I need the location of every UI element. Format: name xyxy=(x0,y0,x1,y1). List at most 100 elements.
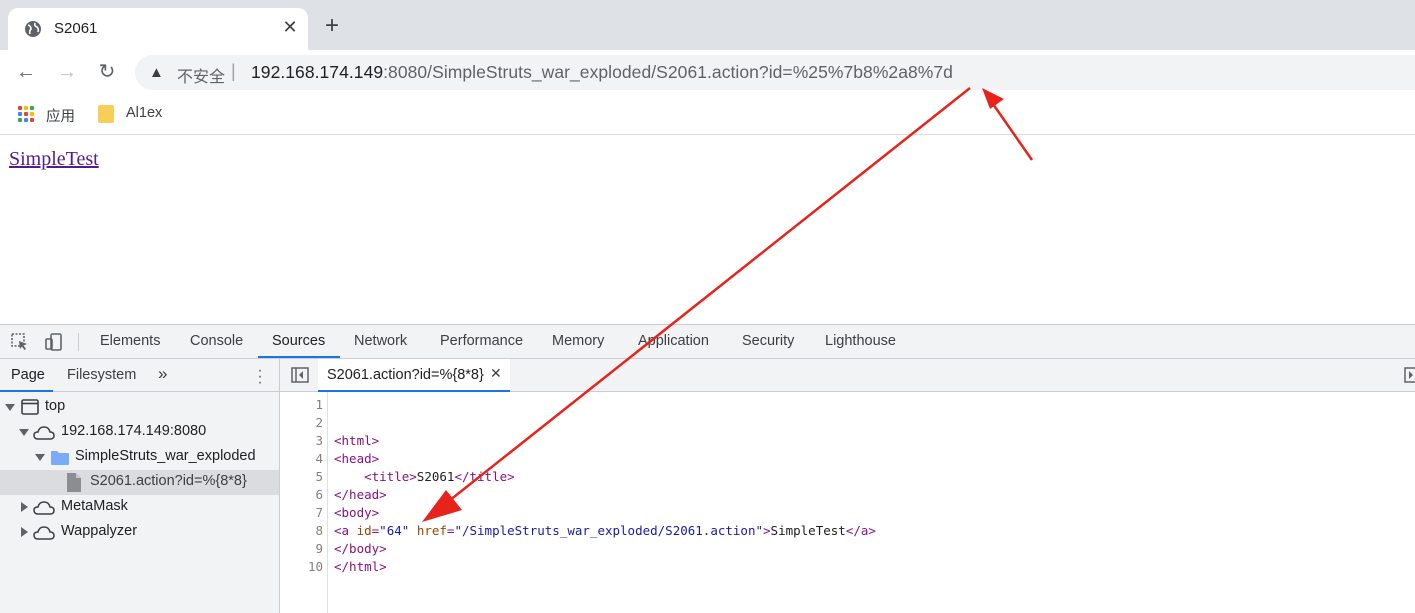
apps-grid-icon[interactable] xyxy=(18,106,34,122)
tree-label: S2061.action?id=%{8*8} xyxy=(90,473,247,489)
bookmark-apps[interactable]: 应用 xyxy=(46,105,75,126)
toolbar-divider xyxy=(78,333,79,351)
tab-elements[interactable]: Elements xyxy=(100,333,160,349)
tab-network[interactable]: Network xyxy=(354,333,407,349)
collapse-arrow-icon[interactable] xyxy=(21,527,28,537)
code-token: <title> xyxy=(334,469,417,484)
collapse-arrow-icon[interactable] xyxy=(21,502,28,512)
inspect-element-icon[interactable] xyxy=(10,332,30,352)
nav-active-indicator xyxy=(0,390,53,392)
tab-application[interactable]: Application xyxy=(638,333,709,349)
expand-arrow-icon[interactable] xyxy=(19,429,29,436)
code-token: > xyxy=(763,523,771,538)
expand-arrow-icon[interactable] xyxy=(35,454,45,461)
file-icon xyxy=(67,473,81,492)
source-editor: S2061.action?id=%{8*8} ✕ 1 2 3 4 5 6 7 8… xyxy=(280,359,1415,613)
tab-security[interactable]: Security xyxy=(742,333,794,349)
more-tabs-icon[interactable]: » xyxy=(158,364,167,384)
line-number: 8 xyxy=(315,523,323,538)
tree-item-file[interactable]: S2061.action?id=%{8*8} xyxy=(0,470,279,495)
line-number-gutter: 1 2 3 4 5 6 7 8 9 10 xyxy=(280,392,328,613)
more-options-icon[interactable]: · · · xyxy=(256,363,264,391)
reload-button[interactable]: ↻ xyxy=(95,60,119,84)
tree-item-metamask[interactable]: MetaMask xyxy=(0,495,279,520)
code-line-7: <body> xyxy=(334,505,380,520)
frame-icon xyxy=(21,399,39,415)
open-file-label: S2061.action?id=%{8*8} xyxy=(327,367,484,383)
devtools-panel: Elements Console Sources Network Perform… xyxy=(0,324,1415,613)
simpletest-link[interactable]: SimpleTest xyxy=(9,148,99,171)
back-button[interactable]: ← xyxy=(14,60,38,84)
url-path: :8080/SimpleStruts_war_exploded/S2061.ac… xyxy=(383,62,953,82)
code-line-6: </head> xyxy=(334,487,387,502)
devtools-tabbar: Elements Console Sources Network Perform… xyxy=(0,325,1415,359)
expand-arrow-icon[interactable] xyxy=(5,404,15,411)
tab-performance[interactable]: Performance xyxy=(440,333,523,349)
tree-item-folder[interactable]: SimpleStruts_war_exploded xyxy=(0,445,279,470)
tree-label: top xyxy=(45,398,66,414)
code-line-10: </html> xyxy=(334,559,387,574)
browser-tab[interactable]: S2061 ✕ xyxy=(8,8,308,50)
tree-item-wappalyzer[interactable]: Wappalyzer xyxy=(0,520,279,545)
line-number: 3 xyxy=(315,433,323,448)
nav-tab-filesystem[interactable]: Filesystem xyxy=(67,367,136,383)
tab-lighthouse[interactable]: Lighthouse xyxy=(825,333,896,349)
security-label[interactable]: 不安全 xyxy=(177,63,225,87)
tab-memory[interactable]: Memory xyxy=(552,333,604,349)
warning-icon[interactable]: ▲ xyxy=(149,64,164,81)
navigator-tabs: Page Filesystem » · · · xyxy=(0,359,279,392)
tree-label: SimpleStruts_war_exploded xyxy=(75,448,256,464)
toggle-navigator-icon[interactable] xyxy=(291,367,309,383)
tree-label: MetaMask xyxy=(61,498,128,514)
code-token: "/SimpleStruts_war_exploded/S2061.action… xyxy=(454,523,764,538)
address-bar[interactable]: ▲ 不安全 | 192.168.174.149:8080/SimpleStrut… xyxy=(135,55,1415,90)
separator: | xyxy=(231,61,236,81)
line-number: 1 xyxy=(315,397,323,412)
tab-close-icon[interactable]: ✕ xyxy=(280,17,300,38)
code-line-3: <html> xyxy=(334,433,380,448)
bookmarks-bar: 应用 Al1ex xyxy=(0,95,1415,135)
code-line-9: </body> xyxy=(334,541,387,556)
line-number: 7 xyxy=(315,505,323,520)
device-toolbar-icon[interactable] xyxy=(44,332,64,352)
line-number: 5 xyxy=(315,469,323,484)
editor-tabbar: S2061.action?id=%{8*8} ✕ xyxy=(280,359,1415,392)
url-host: 192.168.174.149 xyxy=(251,62,384,82)
file-tab-indicator xyxy=(318,390,510,392)
new-tab-button[interactable]: + xyxy=(325,14,339,38)
code-token: "64" xyxy=(379,523,410,538)
tab-title: S2061 xyxy=(54,20,98,37)
tree-item-host[interactable]: 192.168.174.149:8080 xyxy=(0,420,279,445)
line-number: 6 xyxy=(315,487,323,502)
code-token: </title> xyxy=(454,469,515,484)
code-token: href xyxy=(416,523,447,538)
code-token: </a> xyxy=(845,523,876,538)
tab-sources[interactable]: Sources xyxy=(272,333,325,349)
cloud-icon xyxy=(33,501,55,515)
folder-icon[interactable] xyxy=(98,105,114,123)
tree-label: 192.168.174.149:8080 xyxy=(61,423,207,439)
sources-navigator: Page Filesystem » · · · top 192.168.174.14… xyxy=(0,359,280,613)
toggle-debugger-icon[interactable] xyxy=(1404,367,1415,383)
nav-tab-page[interactable]: Page xyxy=(11,367,45,383)
tab-strip: S2061 ✕ + xyxy=(0,0,1415,50)
globe-icon xyxy=(25,21,41,37)
active-tab-indicator xyxy=(258,356,340,358)
url-text[interactable]: 192.168.174.149:8080/SimpleStruts_war_ex… xyxy=(251,62,953,83)
open-file-tab[interactable]: S2061.action?id=%{8*8} ✕ xyxy=(318,359,510,392)
line-number: 9 xyxy=(315,541,323,556)
cloud-icon xyxy=(33,526,55,540)
cloud-icon xyxy=(33,426,55,440)
code-token: S2061 xyxy=(416,469,455,484)
code-line-5: <title>S2061</title> xyxy=(334,469,515,484)
tab-console[interactable]: Console xyxy=(190,333,243,349)
bookmark-al1ex[interactable]: Al1ex xyxy=(126,105,162,121)
code-token: <a xyxy=(334,523,357,538)
line-number: 2 xyxy=(315,415,323,430)
forward-button[interactable]: → xyxy=(55,60,79,84)
code-token: id xyxy=(356,523,372,538)
close-file-icon[interactable]: ✕ xyxy=(490,365,502,382)
tree-label: Wappalyzer xyxy=(61,523,138,539)
tree-item-top[interactable]: top xyxy=(0,395,279,420)
code-line-8: <a id="64" href="/SimpleStruts_war_explo… xyxy=(334,523,876,538)
